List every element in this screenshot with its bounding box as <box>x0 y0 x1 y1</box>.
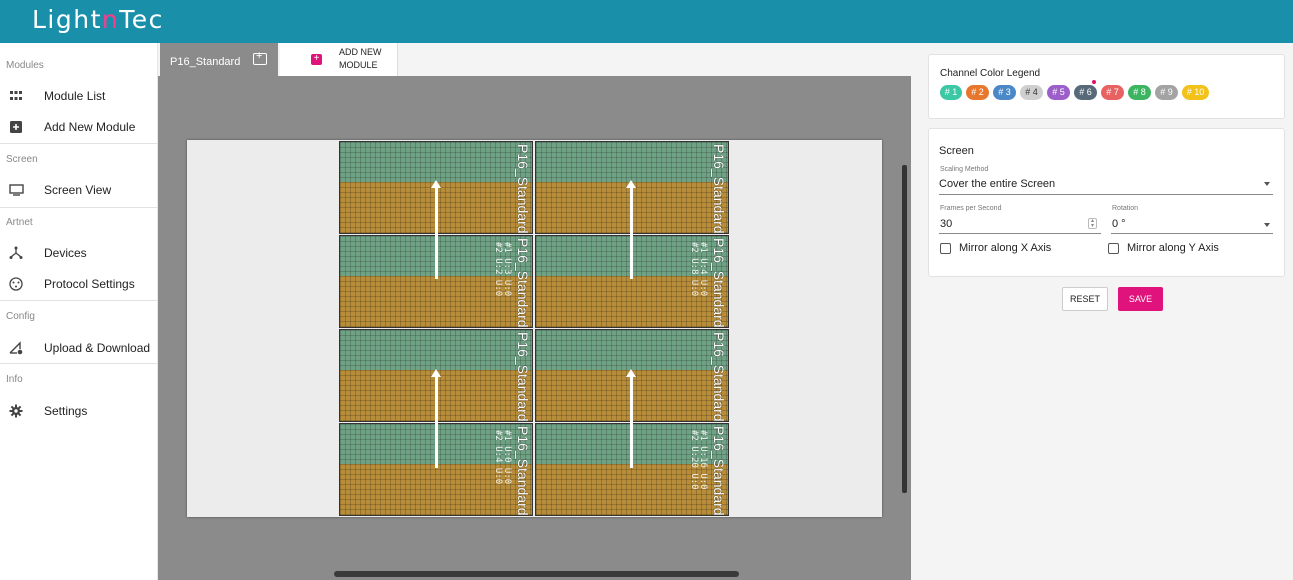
chevron-down-icon[interactable] <box>1264 223 1270 227</box>
legend-chip: # 2 <box>966 85 989 100</box>
legend-chip: # 10 <box>1182 85 1209 100</box>
module-name: P16_Standard <box>515 144 531 234</box>
sidebar-item-devices[interactable]: Devices <box>0 238 157 268</box>
data-direction-arrow <box>626 180 636 279</box>
mirror-x-label: Mirror along X Axis <box>959 242 1052 254</box>
tab-p16-standard[interactable]: P16_Standard <box>160 43 278 76</box>
dmx-connector-icon <box>8 276 24 292</box>
app-logo: LightnTec <box>32 5 164 34</box>
divider <box>0 300 157 301</box>
gear-icon <box>8 403 24 419</box>
module-channel-tag: #1 U:16 U:0 #2 U:20 U:0 <box>689 430 708 490</box>
module-name: P16_Standard <box>711 426 727 516</box>
sidebar-item-label: Module List <box>44 89 106 103</box>
active-channel-dot <box>1092 80 1096 84</box>
tab-label: P16_Standard <box>170 56 241 68</box>
fps-input[interactable]: 30 <box>940 218 952 230</box>
sidebar-item-label: Add New Module <box>44 120 136 134</box>
sidebar-item-label: Devices <box>44 246 87 260</box>
app-header: LightnTec <box>0 0 1293 43</box>
module-name: P16_Standard <box>515 426 531 516</box>
legend-chip: # 8 <box>1128 85 1151 100</box>
signal-gear-icon <box>8 340 24 356</box>
module-name: P16_Standard <box>711 332 727 422</box>
sidebar-item-add-new-module[interactable]: Add New Module <box>0 112 157 142</box>
legend-chip: # 9 <box>1155 85 1178 100</box>
divider <box>0 143 157 144</box>
sidebar-item-label: Upload & Download <box>44 341 151 355</box>
rotation-select[interactable]: 0 ° <box>1112 218 1126 230</box>
sidebar-item-protocol-settings[interactable]: Protocol Settings <box>0 269 157 299</box>
tab-add-label: ADD NEW MODULE <box>339 47 382 70</box>
field-underline <box>939 233 1101 234</box>
section-label-artnet: Artnet <box>6 217 33 228</box>
sidebar-item-label: Screen View <box>44 183 112 197</box>
legend-chip: # 1 <box>940 85 962 100</box>
legend-title: Channel Color Legend <box>940 68 1041 79</box>
mirror-y-checkbox[interactable] <box>1108 243 1119 254</box>
fps-label: Frames per Second <box>940 205 1002 212</box>
led-screen: P16_Standard P16_Standard #1 U:3 U:0 #2 … <box>187 140 882 517</box>
module-name: P16_Standard <box>711 238 727 328</box>
vertical-scrollbar[interactable] <box>902 165 907 493</box>
legend-chip: # 6 <box>1074 85 1097 100</box>
legend-chip: # 7 <box>1101 85 1124 100</box>
module-name: P16_Standard <box>515 238 531 328</box>
legend-chip: # 4 <box>1020 85 1043 100</box>
channel-legend-panel: Channel Color Legend # 1 # 2 # 3 # 4 # 5 # 6 #… <box>928 54 1285 119</box>
divider <box>0 207 157 208</box>
reset-button[interactable]: RESET <box>1062 287 1108 311</box>
fps-stepper[interactable]: ▴ ▾ <box>1088 218 1097 229</box>
sidebar-item-label: Protocol Settings <box>44 277 135 291</box>
module-channel-tag: #1 U:0 U:0 #2 U:4 U:0 <box>493 430 512 485</box>
chevron-down-icon[interactable] <box>1264 182 1270 186</box>
mirror-x-checkbox[interactable] <box>940 243 951 254</box>
screen-settings-panel: Screen Scaling Method Cover the entire S… <box>928 128 1285 277</box>
section-label-config: Config <box>6 311 35 322</box>
scaling-method-label: Scaling Method <box>940 166 989 173</box>
divider <box>0 363 157 364</box>
data-direction-arrow <box>431 369 441 468</box>
screen-add-icon[interactable] <box>253 50 267 65</box>
horizontal-scrollbar[interactable] <box>334 571 739 577</box>
grid-icon <box>8 88 24 104</box>
sidebar-item-module-list[interactable]: Module List <box>0 81 157 111</box>
module-name: P16_Standard <box>515 332 531 422</box>
tab-add-new-module[interactable]: + ADD NEW MODULE <box>280 43 398 76</box>
legend-chip: # 3 <box>993 85 1016 100</box>
panel-title: Screen <box>939 145 974 157</box>
add-box-icon: + <box>311 54 322 65</box>
section-label-modules: Modules <box>6 60 44 71</box>
section-label-info: Info <box>6 374 23 385</box>
sidebar-item-settings[interactable]: Settings <box>0 396 157 426</box>
module-channel-tag: #1 U:3 U:0 #2 U:2 U:0 <box>493 242 512 297</box>
section-label-screen: Screen <box>6 154 38 165</box>
field-underline <box>939 194 1273 195</box>
sidebar-item-screen-view[interactable]: Screen View <box>0 175 157 205</box>
rotation-label: Rotation <box>1112 205 1139 212</box>
monitor-icon <box>8 182 24 198</box>
save-button[interactable]: SAVE <box>1118 287 1163 311</box>
sidebar-item-upload-download[interactable]: Upload & Download <box>0 333 157 363</box>
data-direction-arrow <box>626 369 636 468</box>
data-direction-arrow <box>431 180 441 279</box>
scaling-method-select[interactable]: Cover the entire Screen <box>939 178 1055 190</box>
field-underline <box>1111 233 1273 234</box>
add-box-icon <box>8 119 24 135</box>
hub-icon <box>8 245 24 261</box>
mirror-y-label: Mirror along Y Axis <box>1127 242 1219 254</box>
module-name: P16_Standard <box>711 144 727 234</box>
sidebar-item-label: Settings <box>44 404 88 418</box>
sidebar: Modules Module List Add New Module Scree… <box>0 43 158 580</box>
legend-chip: # 5 <box>1047 85 1070 100</box>
module-channel-tag: #1 U:4 U:0 #2 U:8 U:0 <box>689 242 708 297</box>
